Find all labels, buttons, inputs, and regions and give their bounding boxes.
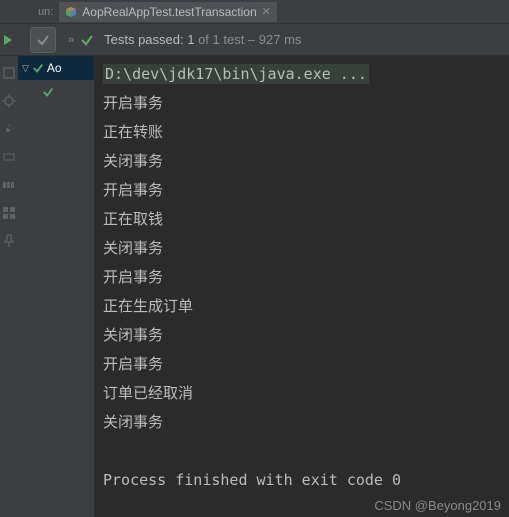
command-line: D:\dev\jdk17\bin\java.exe ... <box>103 60 509 89</box>
tab-bar: un: AopRealAppTest.testTransaction ✕ <box>0 0 509 24</box>
run-label: un: <box>38 6 53 18</box>
console-line: 订单已经取消 <box>103 379 509 408</box>
strip-icon-4[interactable] <box>2 150 16 164</box>
console-line: 正在转账 <box>103 118 509 147</box>
console-line: 开启事务 <box>103 176 509 205</box>
chevron-down-icon[interactable]: ▽ <box>22 63 29 74</box>
tab-run-icon <box>65 6 77 18</box>
strip-icon-5[interactable] <box>2 178 16 192</box>
tab-title: AopRealAppTest.testTransaction <box>82 5 256 19</box>
expand-icon[interactable]: » <box>68 34 74 46</box>
show-passed-button[interactable] <box>30 27 56 53</box>
wrench-icon[interactable] <box>2 122 16 136</box>
tool-strip <box>0 56 18 517</box>
strip-icon-1[interactable] <box>2 66 16 80</box>
test-tree[interactable]: ▽ Ao <box>18 56 95 517</box>
run-tab[interactable]: AopRealAppTest.testTransaction ✕ <box>59 2 277 22</box>
close-icon[interactable]: ✕ <box>262 5 271 18</box>
console-line: 开启事务 <box>103 263 509 292</box>
console-line: 开启事务 <box>103 350 509 379</box>
console-line: 开启事务 <box>103 89 509 118</box>
tree-root-label: Ao <box>47 61 62 75</box>
tree-root[interactable]: ▽ Ao <box>18 56 94 80</box>
passed-count: Tests passed: 1 <box>104 32 194 47</box>
console-line: 关闭事务 <box>103 321 509 350</box>
test-toolbar: » Tests passed: 1 of 1 test – 927 ms <box>0 24 509 56</box>
content-area: ▽ Ao D:\dev\jdk17\bin\java.exe ... 开启事务正… <box>18 56 509 517</box>
test-status-text: Tests passed: 1 of 1 test – 927 ms <box>104 32 301 47</box>
check-icon <box>42 86 54 98</box>
watermark: CSDN @Beyong2019 <box>374 498 501 513</box>
passed-total: of 1 test – 927 ms <box>194 32 301 47</box>
layout-icon[interactable] <box>2 206 16 220</box>
console-line: 关闭事务 <box>103 147 509 176</box>
console-line: 关闭事务 <box>103 234 509 263</box>
console-output[interactable]: D:\dev\jdk17\bin\java.exe ... 开启事务正在转账关闭… <box>95 56 509 517</box>
check-icon <box>32 62 44 74</box>
console-line <box>103 437 509 466</box>
bug-icon[interactable] <box>2 94 16 108</box>
console-line: Process finished with exit code 0 <box>103 466 509 495</box>
console-line: 关闭事务 <box>103 408 509 437</box>
run-icon[interactable] <box>2 33 16 47</box>
tree-child[interactable] <box>18 80 94 104</box>
console-line: 正在取钱 <box>103 205 509 234</box>
pin-icon[interactable] <box>2 234 16 248</box>
console-line: 正在生成订单 <box>103 292 509 321</box>
status-check-icon <box>80 33 94 47</box>
